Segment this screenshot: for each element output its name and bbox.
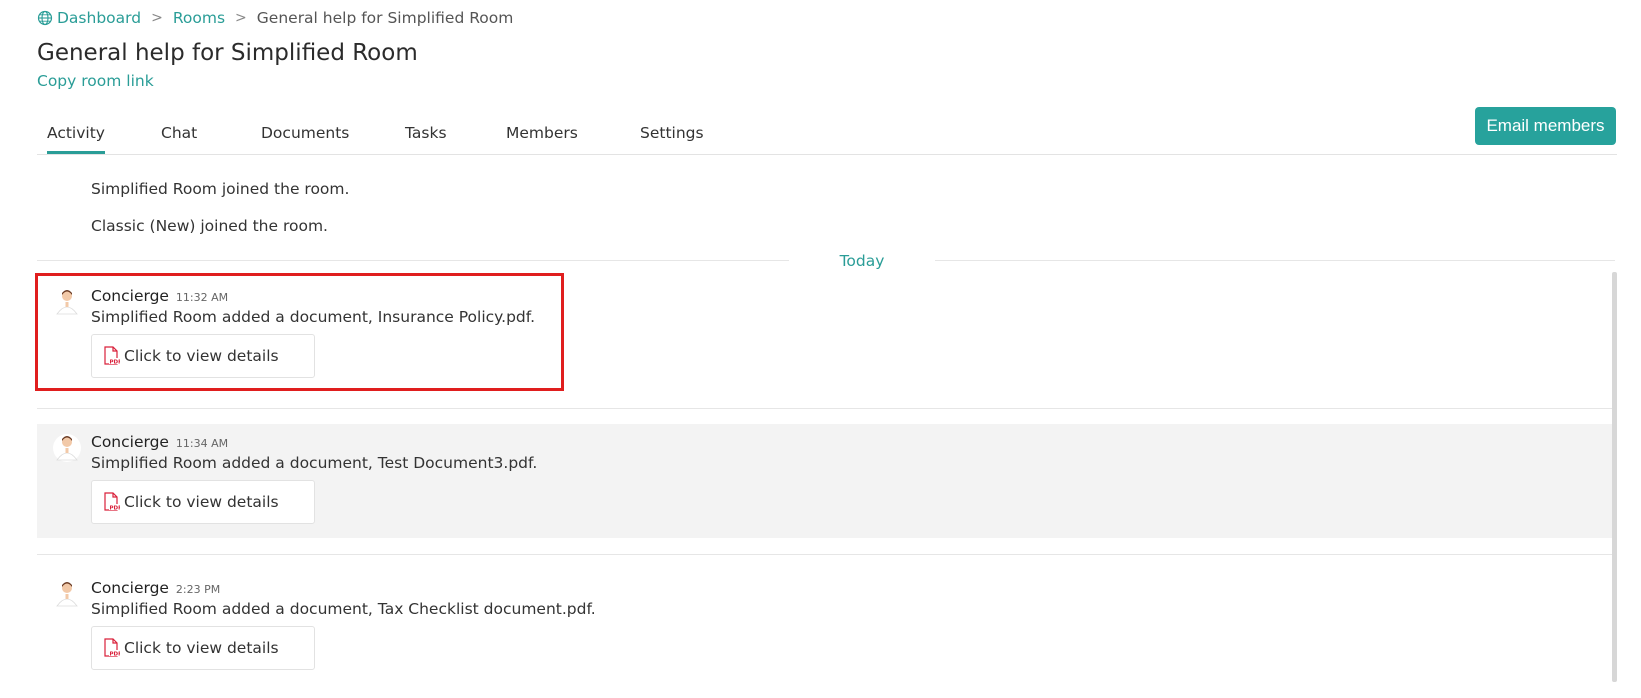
breadcrumb: Dashboard > Rooms > General help for Sim… xyxy=(37,8,513,28)
view-details-label: Click to view details xyxy=(124,493,279,511)
tab-chat[interactable]: Chat xyxy=(161,124,197,152)
timestamp: 11:34 AM xyxy=(175,437,229,450)
system-message: Classic (New) joined the room. xyxy=(91,217,328,235)
pdf-file-icon: PDF xyxy=(104,492,121,511)
row-divider xyxy=(37,554,1615,555)
activity-entry: Concierge 11:32 AM Simplified Room added… xyxy=(37,278,1615,408)
tab-members[interactable]: Members xyxy=(506,124,578,152)
concierge-avatar xyxy=(53,434,81,462)
tab-tasks[interactable]: Tasks xyxy=(405,124,447,152)
day-separator-label: Today xyxy=(839,252,885,270)
day-separator: Today xyxy=(37,252,1615,272)
row-divider xyxy=(37,408,1615,409)
tab-bar: Activity Chat Documents Tasks Members Se… xyxy=(37,122,1617,155)
pdf-file-icon: PDF xyxy=(104,638,121,657)
activity-entry: Concierge 2:23 PM Simplified Room added … xyxy=(37,570,1615,688)
view-details-button[interactable]: PDF Click to view details xyxy=(91,480,315,524)
activity-message: Simplified Room added a document, Insura… xyxy=(91,308,535,326)
sender-label: Concierge xyxy=(91,579,169,597)
breadcrumb-separator: > xyxy=(151,10,163,26)
timestamp: 11:32 AM xyxy=(175,291,229,304)
sender-label: Concierge xyxy=(91,433,169,451)
sender-name: Concierge 11:34 AM xyxy=(91,433,228,451)
svg-text:PDF: PDF xyxy=(110,359,121,365)
tab-documents[interactable]: Documents xyxy=(261,124,349,152)
system-message: Simplified Room joined the room. xyxy=(91,180,350,198)
breadcrumb-rooms[interactable]: Rooms xyxy=(173,9,225,27)
activity-message: Simplified Room added a document, Test D… xyxy=(91,454,538,472)
scrollbar[interactable] xyxy=(1612,272,1617,682)
concierge-avatar xyxy=(56,582,78,607)
svg-text:PDF: PDF xyxy=(110,651,121,657)
page-title: General help for Simplified Room xyxy=(37,40,418,66)
pdf-file-icon: PDF xyxy=(104,346,121,365)
email-members-button[interactable]: Email members xyxy=(1475,107,1616,145)
view-details-button[interactable]: PDF Click to view details xyxy=(91,626,315,670)
breadcrumb-separator: > xyxy=(235,10,247,26)
concierge-avatar xyxy=(56,290,78,315)
view-details-label: Click to view details xyxy=(124,639,279,657)
separator-line xyxy=(935,260,1615,261)
globe-icon xyxy=(37,10,53,26)
sender-name: Concierge 2:23 PM xyxy=(91,579,220,597)
activity-message: Simplified Room added a document, Tax Ch… xyxy=(91,600,596,618)
tab-settings[interactable]: Settings xyxy=(640,124,704,152)
sender-label: Concierge xyxy=(91,287,169,305)
breadcrumb-current: General help for Simplified Room xyxy=(256,9,514,27)
tab-activity[interactable]: Activity xyxy=(47,124,105,154)
sender-name: Concierge 11:32 AM xyxy=(91,287,228,305)
svg-text:PDF: PDF xyxy=(110,505,121,511)
timestamp: 2:23 PM xyxy=(175,583,221,596)
activity-entry: Concierge 11:34 AM Simplified Room added… xyxy=(37,424,1615,538)
view-details-label: Click to view details xyxy=(124,347,279,365)
view-details-button[interactable]: PDF Click to view details xyxy=(91,334,315,378)
breadcrumb-dashboard[interactable]: Dashboard xyxy=(57,9,141,27)
separator-line xyxy=(37,260,789,261)
copy-room-link[interactable]: Copy room link xyxy=(37,72,154,90)
